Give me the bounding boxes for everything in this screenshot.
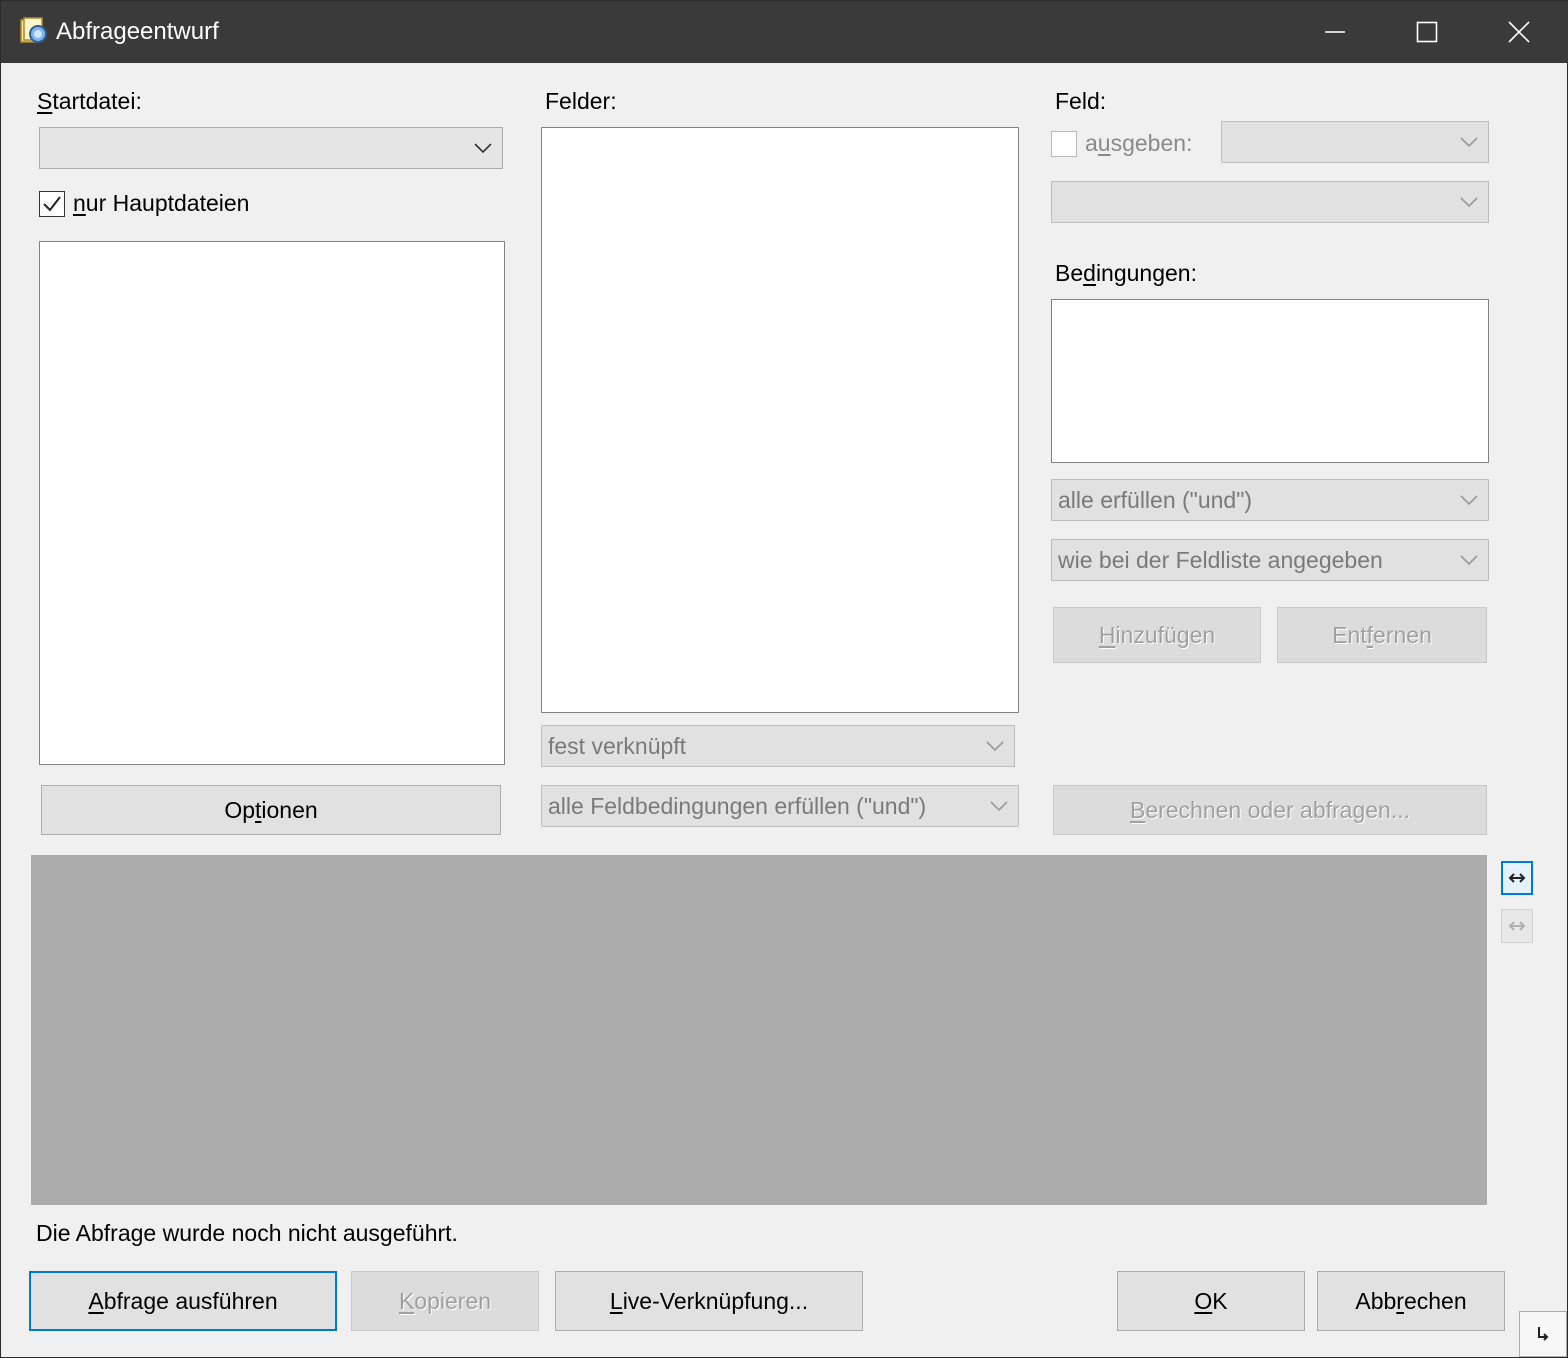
results-grid[interactable] xyxy=(31,855,1487,1205)
query-app-icon xyxy=(18,16,50,48)
bedingungen-label: Bedingungen: xyxy=(1055,260,1197,286)
status-text: Die Abfrage wurde noch nicht ausgeführt. xyxy=(36,1220,458,1246)
ok-button[interactable]: OK xyxy=(1117,1271,1305,1331)
nur-hauptdateien-checkbox[interactable] xyxy=(39,191,65,217)
resize-corner-icon xyxy=(1538,1327,1549,1341)
chevron-down-icon xyxy=(1460,495,1478,505)
startdatei-label: Startdatei: xyxy=(37,88,142,114)
vertical-layout-button[interactable] xyxy=(1501,909,1533,943)
horizontal-layout-icon xyxy=(1508,873,1526,883)
conditions-scope-dropdown[interactable]: wie bei der Feldliste angegeben xyxy=(1051,539,1489,581)
link-type-value: fest verknüpft xyxy=(548,732,687,759)
live-verknuepfung-button[interactable]: Live-Verknüpfung... xyxy=(555,1271,863,1331)
minimize-icon xyxy=(1325,31,1345,33)
minimize-button[interactable] xyxy=(1289,1,1381,63)
felder-label: Felder: xyxy=(545,88,617,114)
field-conditions-mode-value: alle Feldbedingungen erfüllen ("und") xyxy=(548,792,927,819)
ausgeben-label[interactable]: ausgeben: xyxy=(1085,130,1192,157)
ausgeben-dropdown[interactable] xyxy=(1221,121,1489,163)
chevron-down-icon xyxy=(1460,555,1478,565)
chevron-down-icon xyxy=(1460,137,1478,147)
close-button[interactable] xyxy=(1473,1,1565,63)
kopieren-button[interactable]: Kopieren xyxy=(351,1271,539,1331)
checkmark-icon xyxy=(43,196,61,212)
conditions-mode-dropdown[interactable]: alle erfüllen ("und") xyxy=(1051,479,1489,521)
query-design-dialog: Abfrageentwurf Startdatei: nur Hauptdate… xyxy=(0,0,1568,1358)
conditions-mode-value: alle erfüllen ("und") xyxy=(1058,486,1253,513)
vertical-layout-icon xyxy=(1508,921,1526,931)
ausgeben-checkbox[interactable] xyxy=(1051,131,1077,157)
field-conditions-mode-dropdown[interactable]: alle Feldbedingungen erfüllen ("und") xyxy=(541,785,1019,827)
chevron-down-icon xyxy=(1460,197,1478,207)
chevron-down-icon xyxy=(474,143,492,153)
window-title: Abfrageentwurf xyxy=(56,18,219,45)
entfernen-button[interactable]: Ent f ernen xyxy=(1277,607,1487,663)
hinzufuegen-button[interactable]: Hinzufügen xyxy=(1053,607,1261,663)
abbrechen-button[interactable]: Abb r echen xyxy=(1317,1271,1505,1331)
optionen-button[interactable]: Op t ionen xyxy=(41,785,501,835)
start-files-list[interactable] xyxy=(39,241,505,765)
abfrage-ausfuehren-button[interactable]: Abfrage ausführen xyxy=(29,1271,337,1331)
close-icon xyxy=(1508,21,1530,43)
title-bar[interactable]: Abfrageentwurf xyxy=(1,1,1568,63)
maximize-icon xyxy=(1416,21,1438,43)
feld-dropdown[interactable] xyxy=(1051,181,1489,223)
feld-label: Feld: xyxy=(1055,88,1107,114)
chevron-down-icon xyxy=(990,801,1008,811)
berechnen-button[interactable]: Berechnen oder abfragen... xyxy=(1053,785,1487,835)
conditions-list[interactable] xyxy=(1051,299,1489,463)
fields-list[interactable] xyxy=(541,127,1019,713)
conditions-scope-value: wie bei der Feldliste angegeben xyxy=(1058,546,1383,573)
nur-hauptdateien-label[interactable]: nur Hauptdateien xyxy=(73,190,249,217)
link-type-dropdown[interactable]: fest verknüpft xyxy=(541,725,1015,767)
horizontal-layout-button[interactable] xyxy=(1501,861,1533,895)
resize-corner-button[interactable] xyxy=(1519,1311,1567,1357)
chevron-down-icon xyxy=(986,741,1004,751)
maximize-button[interactable] xyxy=(1381,1,1473,63)
startdatei-dropdown[interactable] xyxy=(39,127,503,169)
